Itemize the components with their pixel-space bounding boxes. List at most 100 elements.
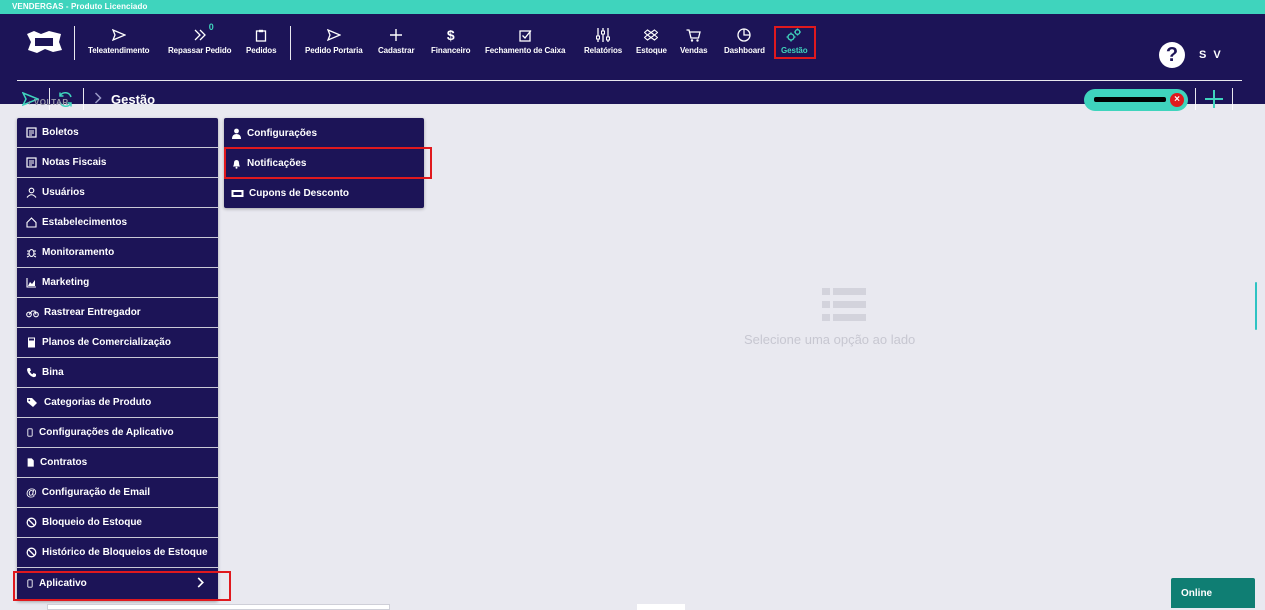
- sidebar-item-label: Histórico de Bloqueios de Estoque: [42, 547, 208, 558]
- nav-gestao[interactable]: Gestão: [781, 26, 808, 60]
- nav-label: Pedidos: [246, 46, 277, 55]
- nav-dashboard[interactable]: Dashboard: [724, 26, 765, 60]
- sidebar-item-marketing[interactable]: Marketing: [17, 268, 218, 298]
- pie-chart-icon: [737, 28, 752, 42]
- sidebar-item-label: Boletos: [42, 127, 79, 138]
- breadcrumb-current: Gestão: [111, 92, 156, 107]
- online-status-button[interactable]: Online: [1171, 578, 1255, 608]
- send-icon: [111, 29, 126, 41]
- cart-icon: [686, 28, 702, 42]
- sidebar-item-monitoramento[interactable]: Monitoramento: [17, 238, 218, 268]
- nav-estoque[interactable]: Estoque: [636, 26, 667, 60]
- file-icon: [27, 458, 34, 467]
- nav-label: Pedido Portaria: [305, 46, 363, 55]
- nav-relatorios[interactable]: Relatórios: [584, 26, 622, 60]
- sidebar-item-rastrear-entregador[interactable]: Rastrear Entregador: [17, 298, 218, 328]
- phone-icon: [27, 368, 36, 378]
- dropbox-icon: [644, 28, 659, 41]
- ban-icon: [26, 517, 37, 528]
- sidebar-item-notas-fiscais[interactable]: Notas Fiscais: [17, 148, 218, 178]
- subheader-divider: [83, 88, 84, 110]
- back-label: VOLTAR: [33, 98, 69, 107]
- sidebar-item-aplicativo[interactable]: Aplicativo: [17, 568, 218, 598]
- sidebar-item-label: Bloqueio do Estoque: [42, 517, 142, 528]
- sidebar-item-boletos[interactable]: Boletos: [17, 118, 218, 148]
- subheader-divider: [1195, 88, 1196, 110]
- clear-icon[interactable]: ×: [1170, 93, 1184, 107]
- sidebar-item-label: Marketing: [42, 277, 90, 288]
- sidebar-item-label: Usuários: [42, 187, 85, 198]
- nav-vendas[interactable]: Vendas: [680, 26, 708, 60]
- checkbox-icon: [519, 29, 532, 42]
- sidebar-item-historico-bloqueios[interactable]: Histórico de Bloqueios de Estoque: [17, 538, 218, 568]
- nav-teleatendimento[interactable]: Teleatendimento: [88, 26, 150, 60]
- aplicativo-submenu: Configurações Notificações Cupons de Des…: [224, 118, 424, 208]
- sidebar-item-usuarios[interactable]: Usuários: [17, 178, 218, 208]
- submenu-item-label: Notificações: [247, 157, 307, 169]
- list-icon: [822, 288, 866, 321]
- nav-repassar-pedido[interactable]: 0 Repassar Pedido: [168, 22, 232, 60]
- establishment-selector[interactable]: ×: [1084, 89, 1188, 111]
- submenu-item-cupons-desconto[interactable]: Cupons de Desconto: [224, 178, 424, 208]
- sidebar-item-label: Configurações de Aplicativo: [39, 427, 174, 438]
- calculator-icon: [28, 337, 35, 348]
- clipboard-icon: [256, 29, 267, 42]
- submenu-item-configuracoes[interactable]: Configurações: [224, 118, 424, 148]
- sidebar-item-categorias-produto[interactable]: Categorias de Produto: [17, 388, 218, 418]
- sidebar-item-bloqueio-estoque[interactable]: Bloqueio do Estoque: [17, 508, 218, 538]
- ban-icon: [26, 547, 37, 558]
- subheader-divider: [1232, 88, 1233, 110]
- sidebar-item-bina[interactable]: Bina: [17, 358, 218, 388]
- sidebar-item-estabelecimentos[interactable]: Estabelecimentos: [17, 208, 218, 238]
- nav-label: Teleatendimento: [88, 46, 150, 55]
- mobile-icon: [27, 578, 33, 588]
- sidebar-item-label: Estabelecimentos: [42, 217, 128, 228]
- redacted-establishment: [1094, 97, 1166, 102]
- add-button[interactable]: [1203, 88, 1225, 110]
- bottom-input-strip[interactable]: [47, 604, 390, 610]
- tags-icon: [27, 398, 37, 407]
- help-button[interactable]: ?: [1159, 42, 1185, 68]
- submenu-item-label: Configurações: [247, 127, 318, 139]
- home-icon: [26, 217, 37, 228]
- nav-fechamento-caixa[interactable]: Fechamento de Caixa: [485, 26, 565, 60]
- sidebar-item-config-email[interactable]: @ Configuração de Email: [17, 478, 218, 508]
- receipt-icon: [26, 127, 37, 138]
- sidebar-item-label: Aplicativo: [39, 577, 87, 589]
- nav-pedidos[interactable]: Pedidos: [246, 26, 277, 60]
- send-icon: [326, 29, 341, 41]
- dollar-icon: $: [446, 27, 455, 43]
- sidebar-item-label: Categorias de Produto: [44, 397, 152, 408]
- truck-logo-icon[interactable]: [25, 28, 63, 56]
- scrollbar-thumb[interactable]: [1255, 282, 1257, 330]
- nav-cadastrar[interactable]: Cadastrar: [378, 26, 415, 60]
- bug-icon: [26, 248, 37, 258]
- submenu-item-label: Cupons de Desconto: [249, 187, 350, 199]
- chevron-right-icon: [94, 92, 102, 104]
- sidebar-item-label: Monitoramento: [42, 247, 115, 258]
- sidebar-item-label: Contratos: [40, 457, 88, 468]
- sidebar-item-label: Planos de Comercialização: [42, 337, 171, 348]
- sidebar-item-label: Notas Fiscais: [42, 157, 107, 168]
- nav-label: Vendas: [680, 46, 708, 55]
- submenu-item-notificacoes[interactable]: Notificações: [224, 148, 424, 178]
- nav-label: Estoque: [636, 46, 667, 55]
- users-icon: [26, 187, 37, 198]
- sidebar-item-planos-comercializacao[interactable]: Planos de Comercialização: [17, 328, 218, 358]
- chevron-right-icon: [197, 577, 204, 588]
- nav-label: Financeiro: [431, 46, 471, 55]
- ticket-icon: [231, 189, 244, 197]
- nav-label: Relatórios: [584, 46, 623, 55]
- sidebar-item-config-aplicativo[interactable]: Configurações de Aplicativo: [17, 418, 218, 448]
- nav-label: Fechamento de Caixa: [485, 46, 566, 55]
- at-icon: @: [26, 486, 37, 499]
- nav-label: Gestão: [781, 46, 808, 55]
- nav-pedido-portaria[interactable]: Pedido Portaria: [305, 26, 363, 60]
- back-link[interactable]: ‹ VOLTAR: [28, 98, 69, 107]
- user-initials[interactable]: S V: [1199, 49, 1223, 61]
- nav-divider: [74, 26, 75, 60]
- nav-financeiro[interactable]: $ Financeiro: [431, 26, 471, 60]
- main-header: Teleatendimento 0 Repassar Pedido Pedido…: [0, 14, 1265, 111]
- sidebar-item-contratos[interactable]: Contratos: [17, 448, 218, 478]
- sidebar-item-label: Configuração de Email: [41, 487, 151, 498]
